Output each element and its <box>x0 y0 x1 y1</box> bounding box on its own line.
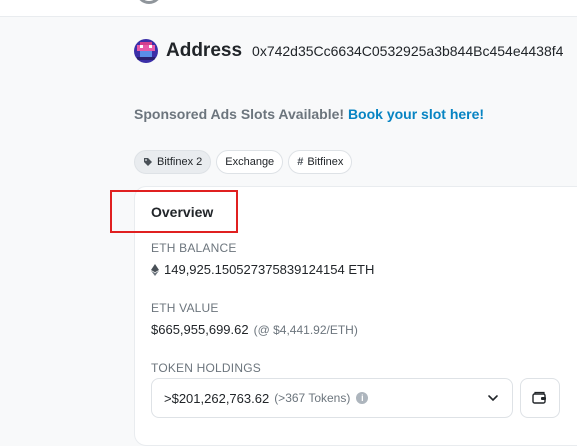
address-title: Address <box>166 40 243 61</box>
address-header: Address 0x742d35Cc6634C0532925a3b844Bc45… <box>134 38 563 64</box>
tag-icon <box>144 158 152 166</box>
tag-label: Bitfinex <box>307 156 344 168</box>
address-tags: Bitfinex 2 Exchange # Bitfinex <box>134 150 353 174</box>
tag-label: Exchange <box>225 156 275 168</box>
info-icon[interactable]: i <box>356 392 369 404</box>
token-wallet-button[interactable] <box>520 378 560 418</box>
token-count: (>367 Tokens) <box>274 391 351 405</box>
eth-balance-amount: 149,925.150527375839124154 ETH <box>164 262 375 277</box>
eth-balance-label: ETH BALANCE <box>151 241 237 255</box>
tag-bitfinex-2[interactable]: Bitfinex 2 <box>134 150 212 174</box>
token-holdings-label: TOKEN HOLDINGS <box>151 361 261 375</box>
eth-value: $665,955,699.62 (@ $4,441.92/ETH) <box>151 322 358 337</box>
logo-fragment <box>136 0 162 4</box>
wallet-icon <box>532 391 546 404</box>
ethereum-icon <box>151 263 159 276</box>
token-holdings-amount: >$201,262,763.62 <box>164 390 270 406</box>
chevron-down-icon <box>488 395 498 402</box>
address-hash[interactable]: 0x742d35Cc6634C0532925a3b844Bc454e4438f4 <box>252 43 563 59</box>
eth-value-label: ETH VALUE <box>151 301 219 315</box>
eth-balance-value: 149,925.150527375839124154 ETH <box>151 262 374 277</box>
token-holdings-dropdown[interactable]: >$201,262,763.62 (>367 Tokens) i <box>151 378 513 418</box>
eth-value-amount: $665,955,699.62 <box>151 322 249 337</box>
book-slot-link[interactable]: Book your slot here! <box>348 106 484 122</box>
ads-text: Sponsored Ads Slots Available! <box>134 106 345 122</box>
top-header-strip <box>0 0 577 17</box>
overview-title: Overview <box>151 204 214 220</box>
sponsored-ads-banner: Sponsored Ads Slots Available! Book your… <box>134 106 484 122</box>
tag-exchange[interactable]: Exchange <box>216 150 284 174</box>
tag-label: Bitfinex 2 <box>157 156 203 168</box>
address-avatar <box>134 39 158 63</box>
tag-bitfinex[interactable]: # Bitfinex <box>288 150 353 174</box>
hash-icon: # <box>297 156 304 168</box>
eth-price: (@ $4,441.92/ETH) <box>253 322 358 337</box>
